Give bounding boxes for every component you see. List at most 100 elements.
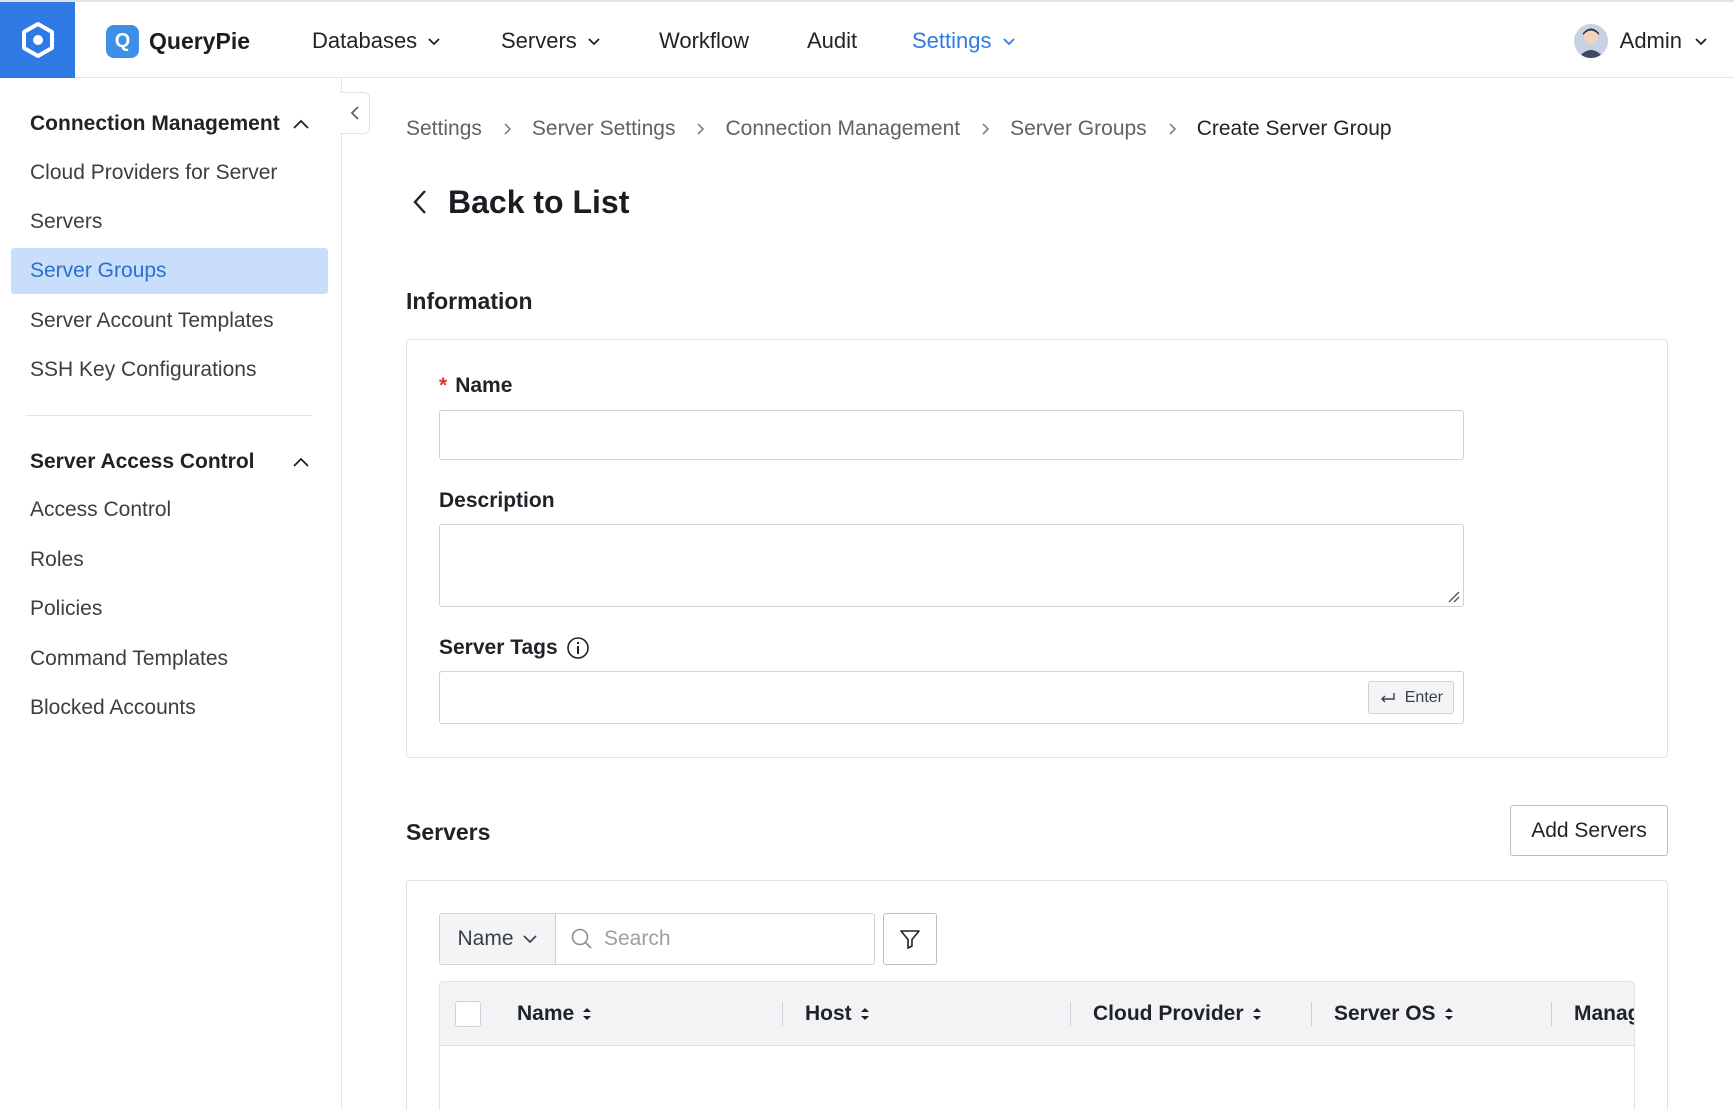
sidebar-item-roles[interactable]: Roles bbox=[11, 537, 328, 583]
resize-handle-icon[interactable] bbox=[1446, 589, 1460, 603]
column-header-label: Server OS bbox=[1334, 1002, 1436, 1025]
description-field-label: Description bbox=[439, 489, 555, 513]
app-logo[interactable] bbox=[0, 2, 75, 78]
chevron-right-icon bbox=[980, 121, 990, 137]
breadcrumb-settings[interactable]: Settings bbox=[406, 117, 482, 141]
chevron-down-icon bbox=[1002, 38, 1015, 46]
nav-servers-label: Servers bbox=[501, 28, 577, 53]
nav-databases[interactable]: Databases bbox=[312, 24, 441, 58]
breadcrumb-server-groups[interactable]: Server Groups bbox=[1010, 117, 1147, 141]
sidebar-item-label: Access Control bbox=[30, 498, 172, 521]
nav-settings[interactable]: Settings bbox=[912, 24, 1016, 58]
sidebar-item-label: Policies bbox=[30, 597, 103, 620]
breadcrumb-connection-management[interactable]: Connection Management bbox=[725, 117, 960, 141]
nav-audit-label: Audit bbox=[807, 28, 858, 53]
page-title: Back to List bbox=[448, 183, 630, 220]
chevron-right-icon bbox=[695, 121, 705, 137]
column-header-cloud-provider[interactable]: Cloud Provider bbox=[1093, 982, 1262, 1046]
enter-hint: Enter bbox=[1367, 681, 1454, 714]
sidebar-item-access-control[interactable]: Access Control bbox=[11, 487, 328, 533]
chevron-down-icon bbox=[1695, 38, 1707, 46]
brand-name: QueryPie bbox=[149, 27, 250, 54]
column-header-label: Cloud Provider bbox=[1093, 1002, 1244, 1025]
enter-hint-label: Enter bbox=[1404, 688, 1443, 706]
information-section-title: Information bbox=[406, 288, 533, 314]
chevron-down-icon bbox=[588, 38, 600, 46]
column-header-host[interactable]: Host bbox=[805, 982, 870, 1046]
sidebar-item-label: Blocked Accounts bbox=[30, 696, 196, 719]
sidebar-item-cloud-providers[interactable]: Cloud Providers for Server bbox=[11, 150, 328, 196]
chevron-down-icon bbox=[428, 38, 440, 46]
column-header-server-os[interactable]: Server OS bbox=[1334, 982, 1454, 1046]
column-divider[interactable] bbox=[1551, 1002, 1552, 1026]
sidebar-item-server-account-templates[interactable]: Server Account Templates bbox=[11, 298, 328, 344]
server-tags-input[interactable]: Enter bbox=[439, 671, 1464, 724]
name-label-text: Name bbox=[455, 374, 513, 397]
chevron-up-icon bbox=[293, 119, 309, 129]
filter-icon bbox=[900, 930, 920, 949]
column-divider[interactable] bbox=[1070, 1002, 1071, 1026]
nav-audit[interactable]: Audit bbox=[807, 24, 857, 58]
back-to-list-button[interactable]: Back to List bbox=[412, 180, 629, 224]
top-nav-bar: Q QueryPie Databases Servers Workflow Au… bbox=[0, 0, 1734, 78]
sidebar-item-label: SSH Key Configurations bbox=[30, 358, 257, 381]
sidebar-section-title: Server Access Control bbox=[30, 450, 255, 473]
sidebar-item-label: Roles bbox=[30, 548, 84, 571]
sidebar-item-server-groups[interactable]: Server Groups bbox=[11, 248, 328, 294]
user-menu[interactable]: Admin bbox=[1573, 22, 1708, 60]
sidebar-item-command-templates[interactable]: Command Templates bbox=[11, 636, 328, 682]
chevron-right-icon bbox=[502, 121, 512, 137]
sidebar-section-server-access-control[interactable]: Server Access Control bbox=[30, 450, 310, 474]
chevron-right-icon bbox=[1167, 121, 1177, 137]
chevron-up-icon bbox=[293, 457, 309, 467]
sort-icon bbox=[583, 1008, 592, 1020]
chevron-left-icon bbox=[413, 190, 426, 214]
breadcrumb-current: Create Server Group bbox=[1196, 117, 1392, 140]
nav-workflow-label: Workflow bbox=[659, 28, 750, 53]
sidebar-section-title: Connection Management bbox=[30, 112, 280, 135]
search-placeholder: Search bbox=[604, 927, 671, 950]
search-group: Name Search bbox=[439, 913, 875, 965]
sidebar-item-label: Server Account Templates bbox=[30, 309, 274, 332]
brand-badge-icon: Q bbox=[106, 24, 139, 58]
chevron-down-icon bbox=[522, 935, 537, 944]
sort-icon bbox=[1252, 1008, 1261, 1020]
chevron-left-icon bbox=[350, 106, 359, 120]
select-all-checkbox[interactable] bbox=[455, 1001, 481, 1027]
description-label-text: Description bbox=[439, 489, 555, 512]
search-field-value: Name bbox=[457, 927, 514, 950]
sidebar-item-label: Cloud Providers for Server bbox=[30, 161, 278, 184]
column-header-label: Manag bbox=[1574, 1002, 1635, 1025]
column-header-name[interactable]: Name bbox=[517, 982, 592, 1046]
sidebar-collapse-button[interactable] bbox=[340, 92, 370, 134]
required-asterisk: * bbox=[439, 374, 448, 397]
sidebar-item-blocked-accounts[interactable]: Blocked Accounts bbox=[11, 685, 328, 731]
column-divider[interactable] bbox=[782, 1002, 783, 1026]
column-header-managed[interactable]: Manag bbox=[1574, 982, 1635, 1046]
search-field-select[interactable]: Name bbox=[439, 913, 556, 965]
sidebar-section-connection-management[interactable]: Connection Management bbox=[30, 112, 310, 136]
name-input[interactable] bbox=[439, 410, 1464, 460]
sidebar-item-policies[interactable]: Policies bbox=[11, 586, 328, 632]
sidebar-item-servers[interactable]: Servers bbox=[11, 199, 328, 245]
enter-key-icon bbox=[1380, 692, 1395, 702]
column-divider[interactable] bbox=[1311, 1002, 1312, 1026]
search-input[interactable]: Search bbox=[556, 913, 875, 965]
server-tags-label-text: Server Tags bbox=[439, 636, 558, 659]
nav-servers[interactable]: Servers bbox=[501, 24, 601, 58]
add-servers-button[interactable]: Add Servers bbox=[1510, 805, 1668, 856]
sidebar-item-ssh-key-configurations[interactable]: SSH Key Configurations bbox=[11, 347, 328, 393]
nav-workflow[interactable]: Workflow bbox=[659, 24, 749, 58]
user-name: Admin bbox=[1619, 28, 1682, 53]
sort-icon bbox=[1444, 1008, 1453, 1020]
description-textarea[interactable] bbox=[439, 524, 1464, 607]
breadcrumb-server-settings[interactable]: Server Settings bbox=[532, 117, 676, 141]
filter-button[interactable] bbox=[883, 913, 937, 965]
column-header-label: Name bbox=[517, 1002, 575, 1025]
brand[interactable]: Q QueryPie bbox=[106, 24, 250, 58]
nav-settings-label: Settings bbox=[912, 28, 992, 53]
servers-section-title: Servers bbox=[406, 819, 491, 845]
info-icon[interactable] bbox=[566, 636, 590, 660]
sort-icon bbox=[860, 1008, 869, 1020]
search-icon bbox=[571, 928, 592, 949]
